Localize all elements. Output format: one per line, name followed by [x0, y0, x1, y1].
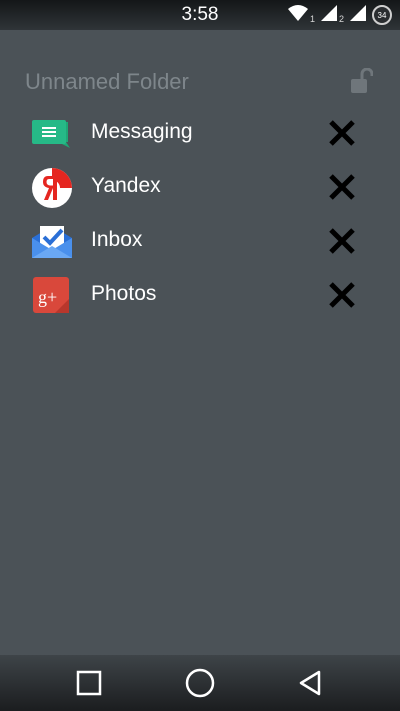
svg-text:g+: g+: [38, 287, 57, 307]
home-button[interactable]: [180, 663, 220, 703]
list-item[interactable]: Inbox: [0, 214, 400, 268]
app-label: Yandex: [91, 174, 161, 197]
close-icon: [329, 228, 355, 254]
remove-app-button[interactable]: [324, 169, 360, 205]
sim2-label: 2: [338, 14, 344, 24]
navigation-bar: [0, 655, 400, 711]
app-label: Inbox: [91, 228, 143, 251]
status-bar: 3:58 1 2 34: [0, 0, 400, 30]
unlock-icon[interactable]: [349, 67, 374, 94]
sim1-label: 1: [309, 14, 315, 24]
remove-app-button[interactable]: [324, 223, 360, 259]
messaging-icon[interactable]: [32, 114, 72, 154]
status-icons: 1 2 34: [287, 4, 392, 26]
list-item[interactable]: g+ Photos: [0, 268, 400, 322]
yandex-icon[interactable]: [32, 168, 72, 208]
close-icon: [329, 174, 355, 200]
close-icon: [329, 282, 355, 308]
back-button[interactable]: [290, 663, 330, 703]
signal-icon: [320, 4, 337, 26]
remove-app-button[interactable]: [324, 277, 360, 313]
google-plus-photos-icon[interactable]: g+: [32, 276, 72, 316]
app-label: Messaging: [91, 120, 193, 143]
list-item[interactable]: Yandex: [0, 160, 400, 214]
signal-icon: [350, 4, 366, 26]
circle-icon: [185, 668, 215, 698]
app-label: Photos: [91, 282, 157, 305]
wifi-icon: [287, 4, 308, 26]
inbox-icon[interactable]: [32, 222, 72, 262]
remove-app-button[interactable]: [324, 115, 360, 151]
recents-button[interactable]: [69, 663, 109, 703]
list-item[interactable]: Messaging: [0, 106, 400, 160]
battery-icon: 34: [372, 5, 392, 25]
folder-title[interactable]: Unnamed Folder: [25, 69, 189, 95]
back-triangle-icon: [299, 670, 321, 696]
close-icon: [329, 120, 355, 146]
square-icon: [76, 670, 102, 696]
